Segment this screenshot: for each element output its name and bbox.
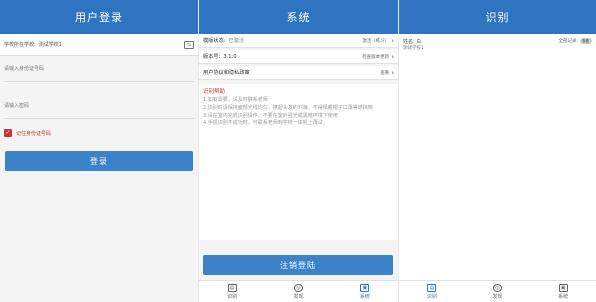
recognize-header: 识别 <box>399 0 596 34</box>
school-value: 测试学校1 <box>38 42 62 48</box>
password-input[interactable] <box>0 94 198 118</box>
system-icon: ▣ <box>558 283 568 292</box>
tab-label: 发现 <box>293 293 304 300</box>
recognize-icon: ▤ <box>427 283 437 292</box>
recognize-screen: 识别 姓名: 白 全部记录: 查看 测试学校1 ▤ 识别 ◎ 发现 ▣ 系统 <box>399 0 596 302</box>
remember-id-label: 记住身份证号码 <box>16 130 52 137</box>
tab-discover[interactable]: ◎ 发现 <box>465 281 531 302</box>
view-records-toggle[interactable]: 查看 <box>580 38 592 44</box>
tab-bar: ▤ 识别 ◎ 发现 ▣ 系统 <box>399 280 596 302</box>
all-records-label: 全部记录: <box>558 39 578 44</box>
recognize-icon: ▤ <box>227 283 237 292</box>
tab-label: 识别 <box>227 293 238 300</box>
app-root: 用户登录 学校所在学校: 测试学校1 ⇆ ✓ 记住身份证号码 登录 系统 模版状… <box>0 0 596 302</box>
login-screen: 用户登录 学校所在学校: 测试学校1 ⇆ ✓ 记住身份证号码 登录 <box>0 0 198 302</box>
school-label: 学校所在学校: <box>4 42 36 48</box>
discover-icon: ◎ <box>293 283 303 292</box>
tab-system[interactable]: ▣ 系统 <box>530 281 596 302</box>
recognition-help: 识别帮助 1.如有需要，请及时联系老师 2.识别时请保持面部光线均匀，撩起头发的… <box>199 84 398 240</box>
help-title: 识别帮助 <box>203 89 226 95</box>
help-item: 2.识别时请保持面部光线均匀，撩起头发的刘海，不得佩戴帽子口罩等遮挡物 <box>203 104 373 111</box>
switch-icon[interactable]: ⇆ <box>184 40 194 49</box>
checkbox-checked-icon[interactable]: ✓ <box>4 129 12 137</box>
tab-bar: ▤ 识别 ◎ 发现 ▣ 系统 <box>199 280 398 302</box>
tab-label: 系统 <box>359 293 370 300</box>
template-status-value: 已激活 <box>228 38 245 44</box>
help-item: 1.如有需要，请及时联系老师 <box>203 97 268 103</box>
id-number-input[interactable] <box>0 57 198 81</box>
chevron-right-icon: › <box>391 36 394 45</box>
tab-label: 系统 <box>558 293 569 300</box>
system-screen: 系统 模版状态: 已激活 激活（练习） › 版本号: 3.1.0 检查版本更新 … <box>199 0 398 302</box>
student-school: 测试学校1 <box>403 46 424 51</box>
tab-recognize[interactable]: ▤ 识别 <box>399 281 465 302</box>
system-header: 系统 <box>199 0 398 34</box>
tab-system[interactable]: ▣ 系统 <box>332 281 398 302</box>
school-row[interactable]: 学校所在学校: 测试学校1 ⇆ <box>0 34 198 56</box>
tab-discover[interactable]: ◎ 发现 <box>265 281 331 302</box>
privacy-key: 用户协议和隐私政策 <box>203 70 250 76</box>
version-key: 版本号: <box>203 54 221 60</box>
tab-label: 发现 <box>492 293 503 300</box>
login-header: 用户登录 <box>0 0 198 34</box>
tab-recognize[interactable]: ▤ 识别 <box>199 281 265 302</box>
template-status-row[interactable]: 模版状态: 已激活 激活（练习） › <box>199 34 398 48</box>
remember-id-row[interactable]: ✓ 记住身份证号码 <box>0 126 198 140</box>
template-status-key: 模版状态: <box>203 38 226 44</box>
check-update-link[interactable]: 检查版本更新 <box>362 54 389 60</box>
view-link[interactable]: 查看 <box>380 70 389 76</box>
help-item: 4.手机识别不成功时，可联系老师到学校一体机上再试。 <box>203 120 328 127</box>
login-button[interactable]: 登录 <box>5 151 193 171</box>
student-info: 姓名: 白 全部记录: 查看 测试学校1 <box>399 34 596 54</box>
version-value: 3.1.0 <box>223 53 237 60</box>
tab-label: 识别 <box>426 293 437 300</box>
activate-link[interactable]: 激活（练习） <box>362 38 389 44</box>
version-row[interactable]: 版本号: 3.1.0 检查版本更新 › <box>199 50 398 64</box>
chevron-right-icon: › <box>391 68 394 77</box>
system-icon: ▣ <box>360 283 370 292</box>
privacy-row[interactable]: 用户协议和隐私政策 查看 › <box>199 66 398 80</box>
student-name: 姓名: 白 <box>403 38 422 45</box>
logout-button[interactable]: 注销登陆 <box>203 255 393 275</box>
chevron-right-icon: › <box>391 52 394 61</box>
discover-icon: ◎ <box>493 283 502 292</box>
